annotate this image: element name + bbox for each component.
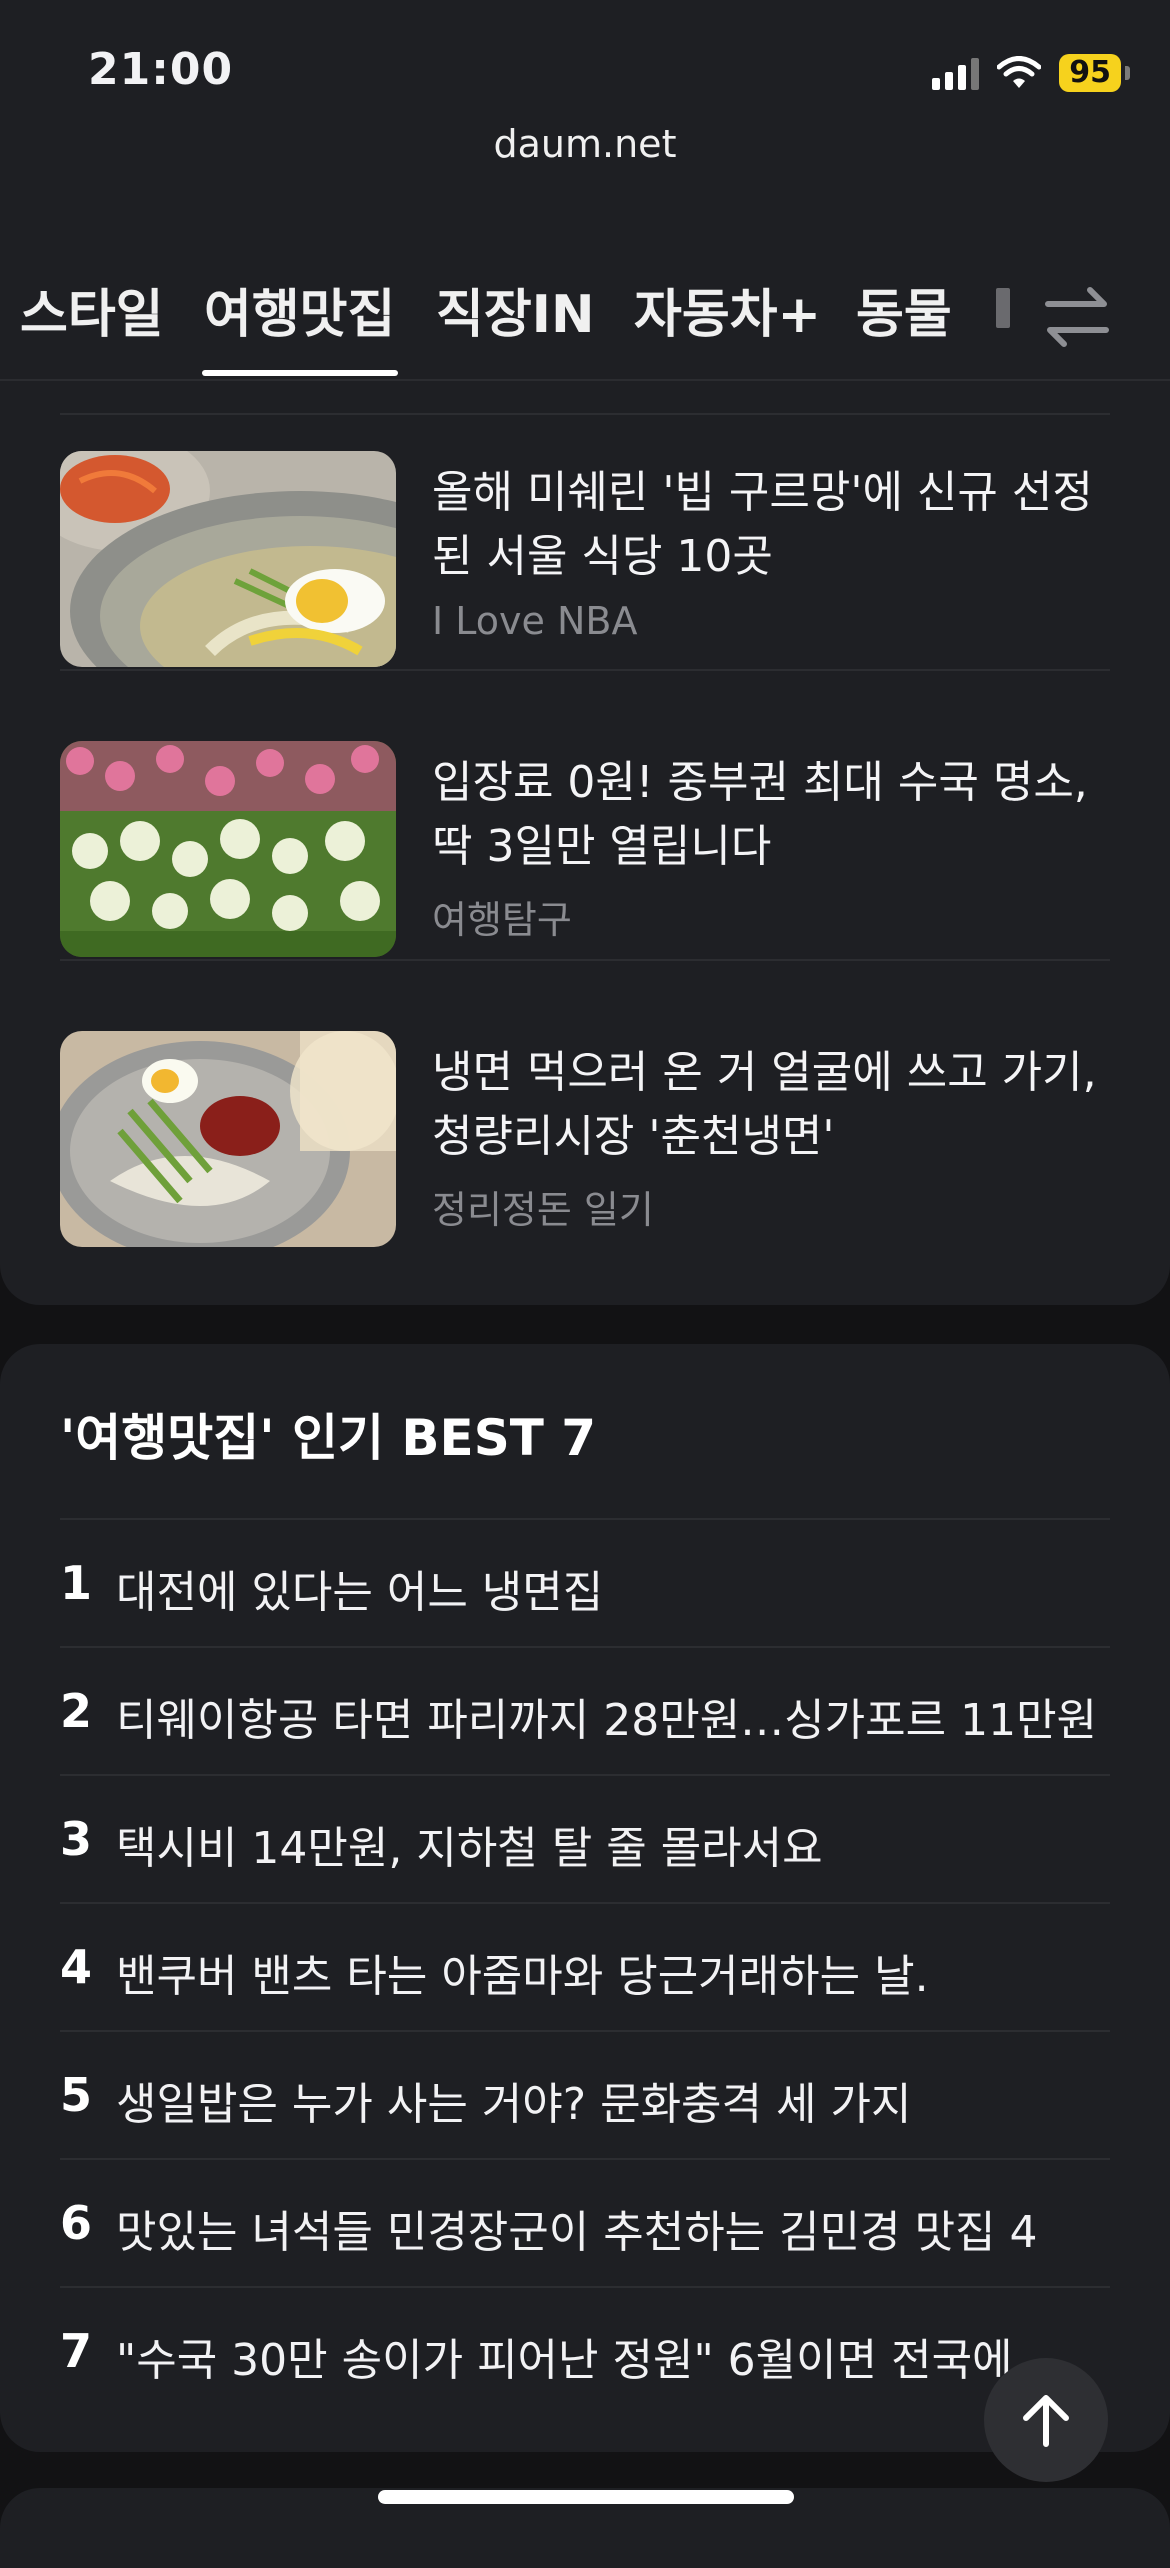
status-icons: 95 bbox=[932, 48, 1130, 98]
tab-animal[interactable]: 동물 bbox=[856, 272, 952, 347]
tab-travel-food[interactable]: 여행맛집 bbox=[204, 272, 395, 347]
article-title[interactable]: 냉면 먹으러 온 거 얼굴에 쓰고 가기, 청량리시장 '춘천냉면' bbox=[432, 1041, 1112, 1169]
article-item[interactable]: 올해 미쉐린 '빕 구르망'에 신규 선정된 서울 식당 10곳 I Love … bbox=[60, 381, 1110, 671]
best-rank: 4 bbox=[60, 1940, 93, 1994]
wifi-icon bbox=[997, 56, 1042, 88]
best-list-item[interactable]: 4 밴쿠버 밴츠 타는 아줌마와 당근거래하는 날. bbox=[60, 1904, 1110, 2032]
best-list-item[interactable]: 6 맛있는 녀석들 민경장군이 추천하는 김민경 맛집 4 bbox=[60, 2160, 1110, 2288]
tab-overflow-fade bbox=[996, 288, 1010, 328]
best-rank: 2 bbox=[60, 1684, 93, 1738]
tab-car[interactable]: 자동차+ bbox=[634, 272, 821, 347]
article-source: I Love NBA bbox=[432, 599, 638, 643]
best-rank: 3 bbox=[60, 1812, 93, 1866]
hydrangea-garden-photo bbox=[60, 741, 396, 957]
best-list-item[interactable]: 2 티웨이항공 타면 파리까지 28만원…싱가포르 11만원 bbox=[60, 1648, 1110, 1776]
article-thumbnail[interactable] bbox=[60, 1031, 396, 1247]
best-item-text[interactable]: 티웨이항공 타면 파리까지 28만원…싱가포르 11만원 bbox=[116, 1684, 1116, 1748]
scroll-top-button[interactable] bbox=[984, 2358, 1108, 2482]
best-rank: 1 bbox=[60, 1556, 93, 1610]
battery-tip bbox=[1125, 66, 1130, 80]
address-bar-url[interactable]: daum.net bbox=[0, 122, 1170, 166]
best-list-item[interactable]: 5 생일밥은 누가 사는 거야? 문화충격 세 가지 bbox=[60, 2032, 1110, 2160]
article-item[interactable]: 냉면 먹으러 온 거 얼굴에 쓰고 가기, 청량리시장 '춘천냉면' 정리정돈 … bbox=[60, 961, 1110, 1251]
best-item-text[interactable]: 생일밥은 누가 사는 거야? 문화충격 세 가지 bbox=[116, 2068, 1116, 2132]
battery-level: 95 bbox=[1059, 54, 1121, 92]
best-list-title: '여행맛집' 인기 BEST 7 bbox=[60, 1409, 597, 1467]
home-indicator[interactable] bbox=[378, 2490, 794, 2504]
best-rank: 5 bbox=[60, 2068, 93, 2122]
article-source: 여행탐구 bbox=[432, 898, 572, 942]
article-item[interactable]: 입장료 0원! 중부권 최대 수국 명소, 딱 3일만 열립니다 여행탐구 bbox=[60, 671, 1110, 961]
best-list-item[interactable]: 7 "수국 30만 송이가 피어난 정원" 6월이면 전국에 bbox=[60, 2288, 1110, 2416]
best-rank: 7 bbox=[60, 2324, 93, 2378]
best-item-text[interactable]: 대전에 있다는 어느 냉면집 bbox=[116, 1556, 1116, 1620]
tab-workplace[interactable]: 직장IN bbox=[436, 272, 595, 347]
article-title[interactable]: 입장료 0원! 중부권 최대 수국 명소, 딱 3일만 열립니다 bbox=[432, 751, 1112, 879]
article-list-card: 올해 미쉐린 '빕 구르망'에 신규 선정된 서울 식당 10곳 I Love … bbox=[0, 381, 1170, 1305]
tab-style[interactable]: 스타일 bbox=[20, 272, 164, 347]
bibim-naengmyeon-photo bbox=[60, 1031, 396, 1247]
best-list-card: '여행맛집' 인기 BEST 7 1 대전에 있다는 어느 냉면집 2 티웨이항… bbox=[0, 1344, 1170, 2452]
best-rank: 6 bbox=[60, 2196, 93, 2250]
best-list-item[interactable]: 3 택시비 14만원, 지하철 탈 줄 몰라서요 bbox=[60, 1776, 1110, 1904]
article-thumbnail[interactable] bbox=[60, 451, 396, 667]
arrow-up-icon bbox=[1023, 2395, 1069, 2447]
best-item-text[interactable]: "수국 30만 송이가 피어난 정원" 6월이면 전국에 bbox=[116, 2324, 1036, 2388]
category-tabs: 스타일 여행맛집 직장IN 자동차+ 동물 bbox=[0, 258, 1170, 378]
top-bar: 21:00 95 daum.net 스타일 여행맛집 직장IN 자동차+ 동물 bbox=[0, 0, 1170, 381]
best-item-text[interactable]: 밴쿠버 밴츠 타는 아줌마와 당근거래하는 날. bbox=[116, 1940, 1116, 2004]
article-title[interactable]: 올해 미쉐린 '빕 구르망'에 신규 선정된 서울 식당 10곳 bbox=[432, 461, 1112, 589]
best-list-item[interactable]: 1 대전에 있다는 어느 냉면집 bbox=[60, 1520, 1110, 1648]
best-item-text[interactable]: 택시비 14만원, 지하철 탈 줄 몰라서요 bbox=[116, 1812, 1116, 1876]
naengmyeon-bowl-photo bbox=[60, 451, 396, 667]
status-time: 21:00 bbox=[88, 44, 234, 95]
swap-arrows-icon[interactable] bbox=[1040, 276, 1114, 356]
active-tab-indicator bbox=[202, 370, 398, 376]
best-item-text[interactable]: 맛있는 녀석들 민경장군이 추천하는 김민경 맛집 4 bbox=[116, 2196, 1116, 2260]
cellular-signal-icon bbox=[932, 56, 980, 90]
article-source: 정리정돈 일기 bbox=[432, 1188, 654, 1232]
article-thumbnail[interactable] bbox=[60, 741, 396, 957]
